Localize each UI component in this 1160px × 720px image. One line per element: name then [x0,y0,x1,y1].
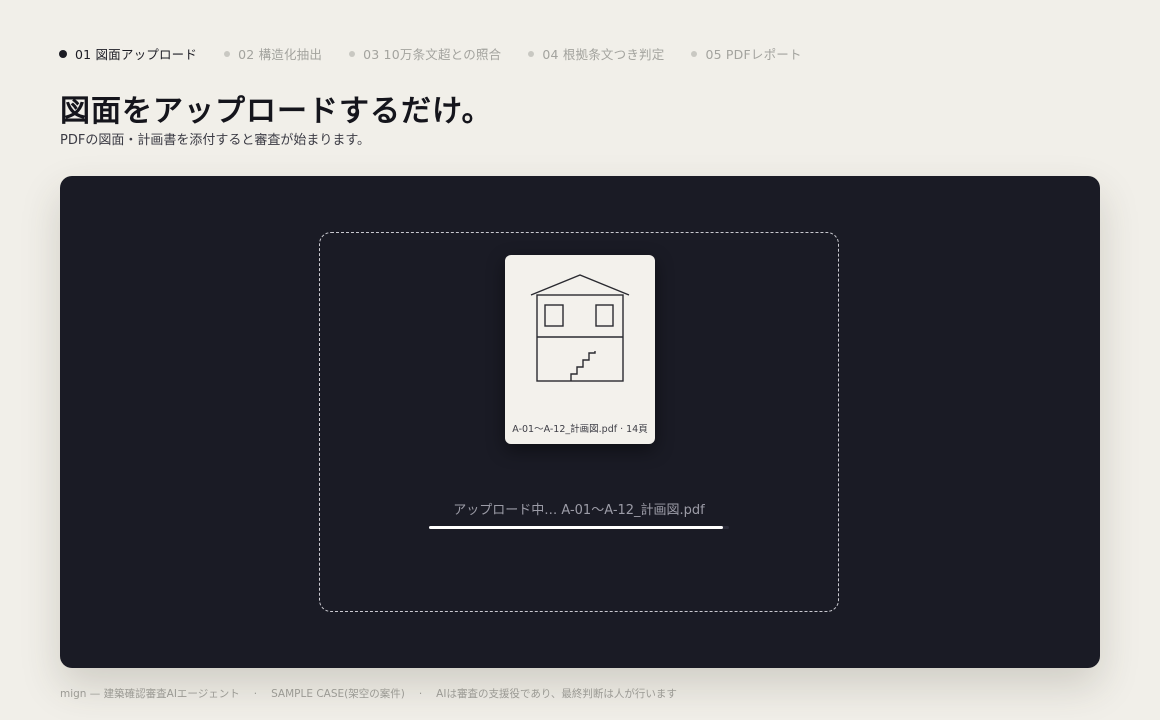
step-label: 04 根拠条文つき判定 [542,47,665,62]
file-caption: A-01〜A-12_計画図.pdf · 14頁 [512,424,648,435]
step-report: 05 PDFレポート [691,44,801,63]
page-title: 図面をアップロードするだけ。 [60,94,493,129]
step-indicator-dot [528,50,535,57]
step-upload: 01 図面アップロード [59,44,197,63]
house-drawing-icon [530,274,630,382]
file-dropzone[interactable]: A-01〜A-12_計画図.pdf · 14頁 アップロード中… A-01〜A-… [319,232,839,612]
step-indicator-dot [59,49,67,58]
step-extraction: 02 構造化抽出 [224,44,322,63]
upload-progress-bar [429,526,729,529]
step-label: 01 図面アップロード [75,47,198,62]
footer-separator: · [418,687,423,700]
step-label: 05 PDFレポート [705,47,802,62]
footer-case: SAMPLE CASE(架空の案件) [271,688,405,700]
upload-status-text: アップロード中… A-01〜A-12_計画図.pdf [453,503,705,518]
footer-separator: · [253,687,258,700]
step-indicator-dot [691,50,698,57]
footer-note: AIは審査の支援役であり、最終判断は人が行います [436,688,677,700]
step-matching: 03 10万条文超との照合 [349,44,501,63]
step-indicator-dot [224,50,231,57]
upload-panel: A-01〜A-12_計画図.pdf · 14頁 アップロード中… A-01〜A-… [60,176,1100,668]
step-judgement: 04 根拠条文つき判定 [528,44,664,63]
step-label: 02 構造化抽出 [238,47,323,62]
upload-progress-fill [429,526,723,529]
footer-brand: mign — 建築確認審査AIエージェント [60,688,240,700]
step-indicator-dot [349,50,356,57]
page-subtitle: PDFの図面・計画書を添付すると審査が始まります。 [60,133,371,148]
step-label: 03 10万条文超との照合 [363,47,502,62]
footer: mign — 建築確認審査AIエージェント · SAMPLE CASE(架空の案… [60,686,677,701]
progress-steps: 01 図面アップロード 02 構造化抽出 03 10万条文超との照合 04 根拠… [59,44,829,63]
file-thumbnail-card: A-01〜A-12_計画図.pdf · 14頁 [505,255,655,444]
